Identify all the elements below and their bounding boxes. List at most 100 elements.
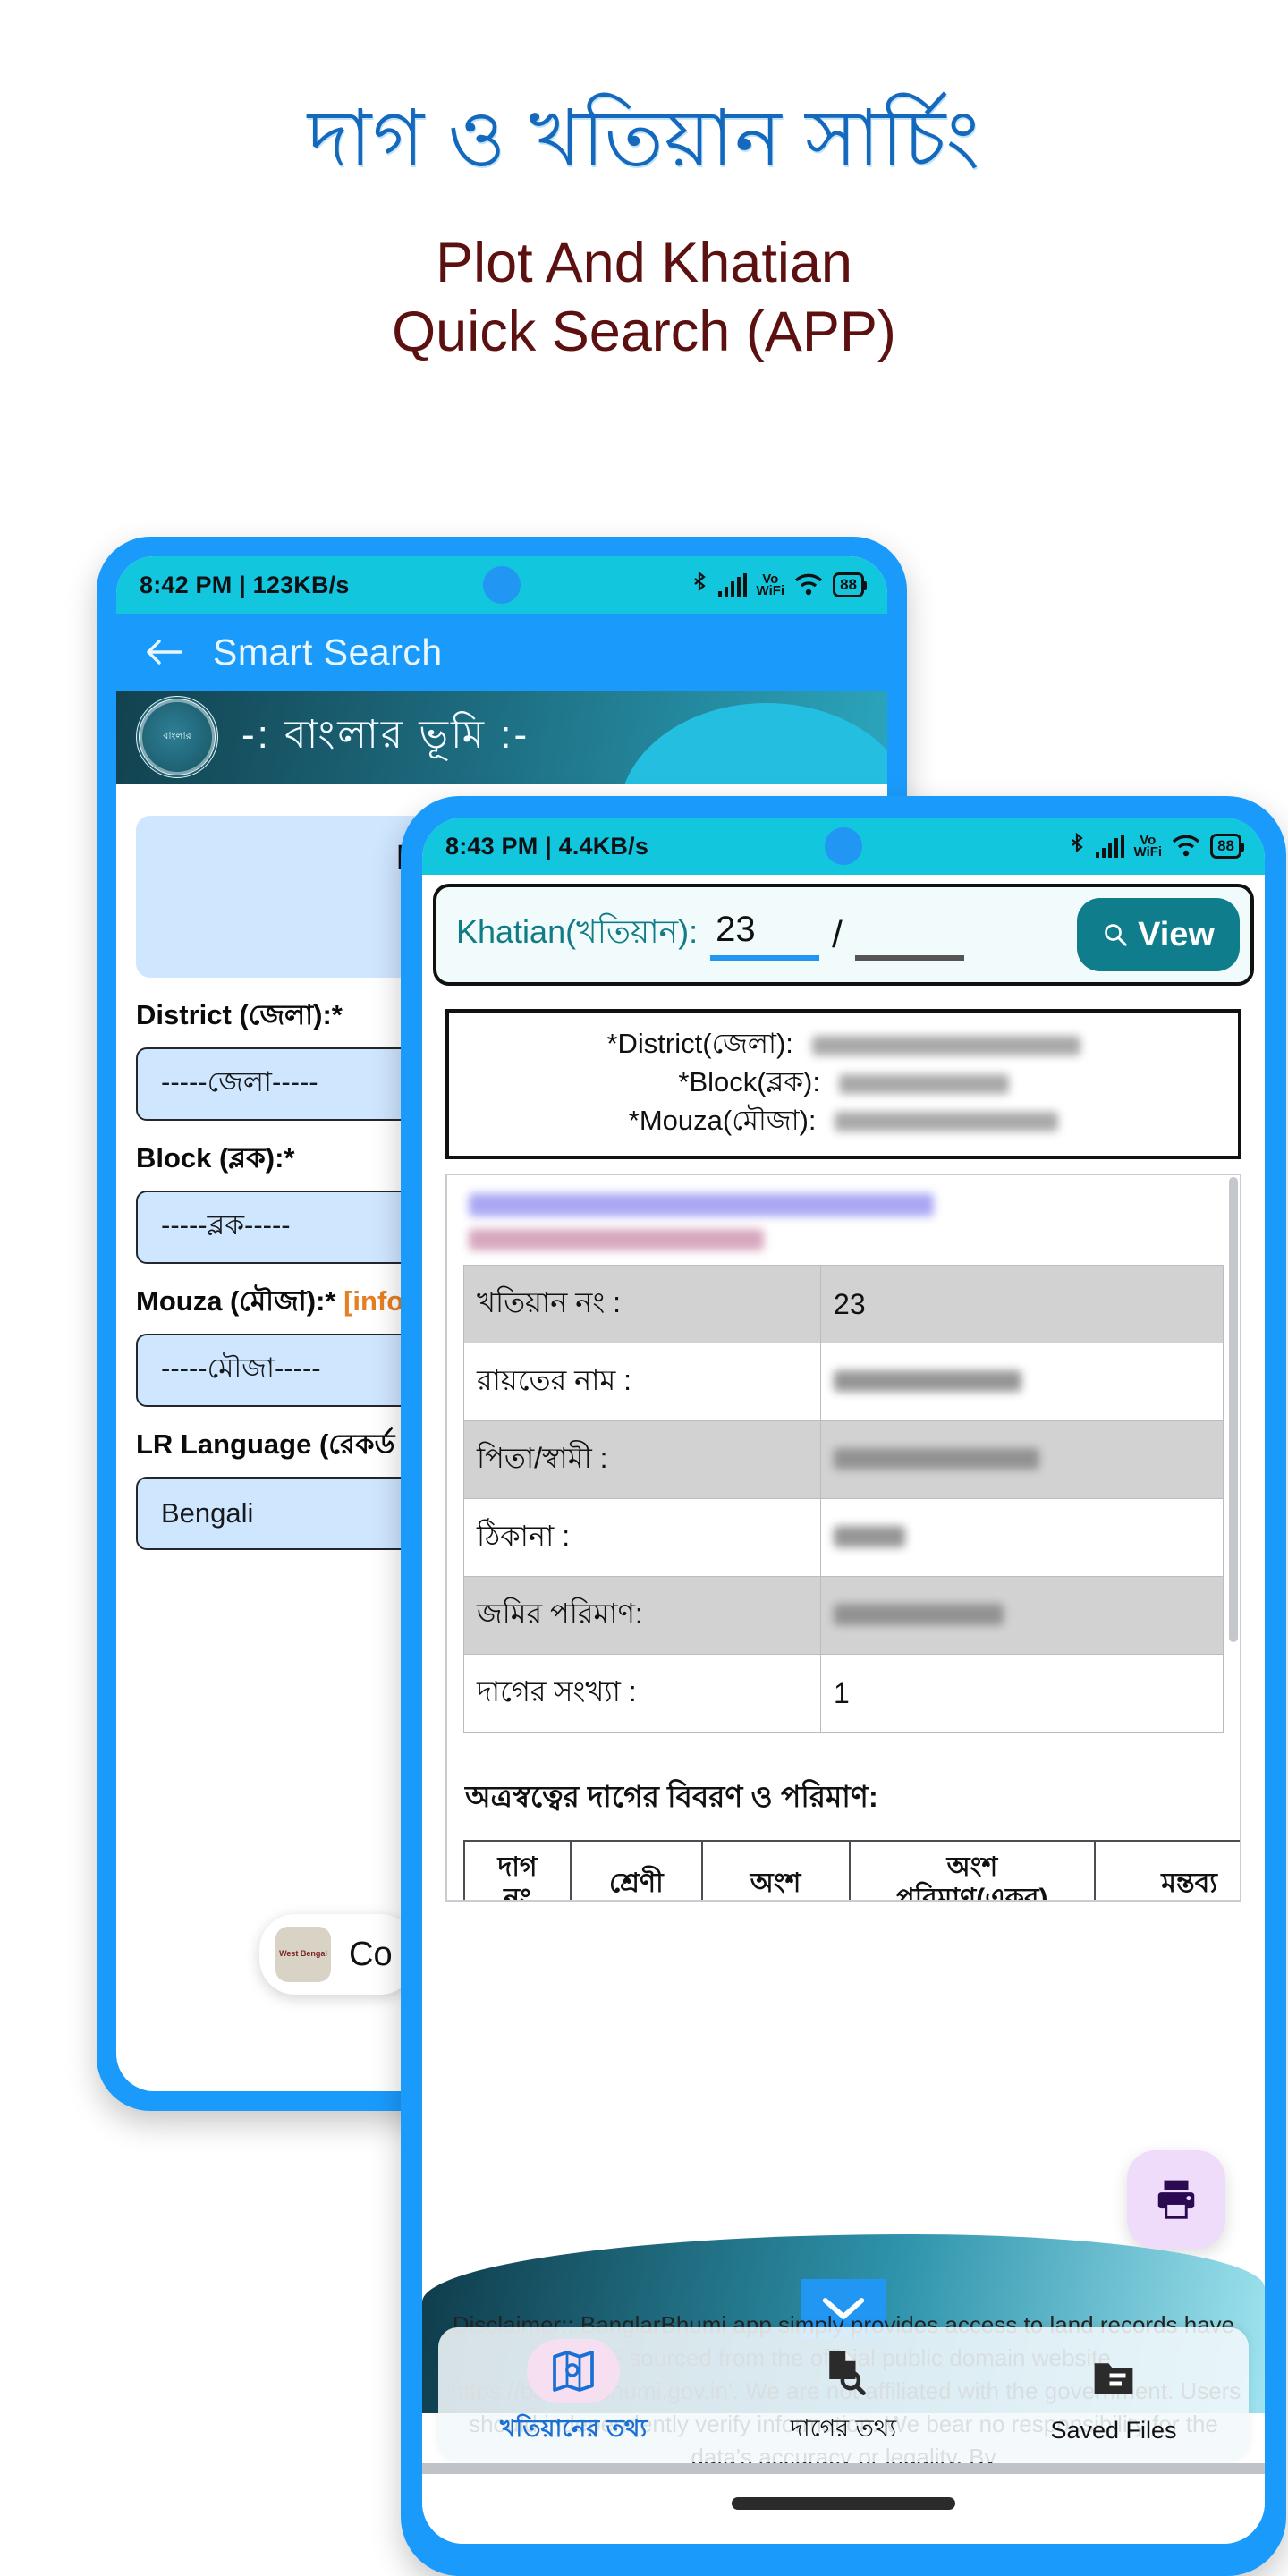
dbm-district-row: *District(জেলা): xyxy=(449,1025,1238,1063)
record-timestamp-blurred xyxy=(469,1193,934,1217)
dbm-mouza-label: *Mouza(মৌজা): xyxy=(628,1104,817,1136)
record-scroll-inner: খতিয়ান নং : 23 রায়তের নাম : পিতা/স্বাম… xyxy=(447,1175,1240,1901)
table-row: দাগের সংখ্যা : 1 xyxy=(462,1654,1224,1733)
back-status-clock: 8:42 PM | 123KB/s xyxy=(140,571,350,598)
table-row: খতিয়ান নং : 23 xyxy=(462,1265,1224,1344)
battery-icon: 88 xyxy=(1210,834,1244,859)
promo-header: দাগ ও খতিয়ান সার্চিং Plot And Khatian Q… xyxy=(0,0,1288,367)
field-mouza-label-text: Mouza (মৌজা):* xyxy=(136,1285,336,1317)
table-row: পিতা/স্বামী : xyxy=(462,1420,1224,1500)
blurred-value xyxy=(834,1447,1040,1470)
col-montobyo: মন্তব্য xyxy=(1094,1840,1240,1901)
khatian-record-table: খতিয়ান নং : 23 রায়তের নাম : পিতা/স্বাম… xyxy=(462,1265,1224,1733)
saved-files-pill xyxy=(1067,2345,1160,2410)
table-row: জমির পরিমাণ: xyxy=(462,1576,1224,1656)
front-phone-screen: 8:43 PM | 4.4KB/s Vo WiFi 88 Khatian(খতি… xyxy=(422,818,1265,2544)
table-row: ঠিকানা : xyxy=(462,1498,1224,1578)
wifi-icon xyxy=(794,573,823,596)
consent-chip-label: Co xyxy=(349,1935,393,1973)
dbm-block-row: *Block(ব্লক): xyxy=(449,1063,1238,1102)
promo-title-bengali: দাগ ও খতিয়ান সার্চিং xyxy=(307,94,981,182)
camera-notch-icon xyxy=(825,827,862,865)
banglarbhumi-banner: বাংলার -: বাংলার ভূমি :- xyxy=(116,691,887,784)
nav-item-plot-info-label: দাগের তথ্য xyxy=(790,2414,897,2442)
nav-divider xyxy=(422,2463,1265,2474)
bluetooth-icon xyxy=(1071,833,1083,853)
bluetooth-icon xyxy=(693,572,706,592)
print-icon xyxy=(1157,2180,1195,2219)
row-value xyxy=(820,1498,1224,1578)
bottom-navigation-bar: খতিয়ানের তথ্য দাগের তথ্য Saved Files xyxy=(438,2327,1249,2462)
record-meta-blurred xyxy=(469,1229,764,1251)
banner-wave-decoration xyxy=(619,703,887,784)
col-angsha-porimap: অংশ পরিমাণ(একর) xyxy=(848,1840,1097,1901)
khatian-info-pill xyxy=(527,2338,620,2403)
dbm-district-value xyxy=(811,1035,1080,1055)
dbm-district-label: *District(জেলা): xyxy=(606,1028,793,1059)
seal-caption: বাংলার xyxy=(163,731,191,742)
col-angsha: অংশ xyxy=(700,1840,851,1901)
row-value xyxy=(820,1576,1224,1656)
row-key: খতিয়ান নং : xyxy=(462,1265,822,1344)
plot-info-pill xyxy=(797,2339,890,2403)
dbm-block-value xyxy=(838,1073,1009,1094)
col-dag-no: দাগ নং xyxy=(462,1840,572,1901)
khatian-secondary-input[interactable] xyxy=(854,910,964,961)
promo-subtitle-line-1: Plot And Khatian xyxy=(436,232,852,294)
row-key: রায়তের নাম : xyxy=(462,1343,822,1422)
row-key: দাগের সংখ্যা : xyxy=(462,1654,822,1733)
khatian-map-icon xyxy=(553,2350,594,2392)
folder-files-icon xyxy=(1094,2362,1133,2394)
front-phone-nav-bar xyxy=(422,2474,1265,2544)
record-scroll-area[interactable]: খতিয়ান নং : 23 রায়তের নাম : পিতা/স্বাম… xyxy=(445,1174,1241,1902)
wifi-icon xyxy=(1172,835,1200,857)
wb-emblem-icon: West Bengal xyxy=(275,1927,331,1982)
col-shreni: শ্রেণী xyxy=(570,1840,703,1901)
dbm-mouza-value xyxy=(835,1112,1059,1132)
front-status-clock: 8:43 PM | 4.4KB/s xyxy=(445,832,649,860)
nav-item-saved-files[interactable]: Saved Files xyxy=(980,2345,1248,2445)
row-value: 23 xyxy=(820,1265,1224,1344)
promo-subtitle-line-2: Quick Search (APP) xyxy=(392,300,896,363)
back-status-icons: Vo WiFi 88 xyxy=(691,572,867,598)
dbm-mouza-row: *Mouza(মৌজা): xyxy=(449,1102,1238,1140)
view-button-label: View xyxy=(1138,915,1215,953)
khatian-number-input[interactable]: 23 xyxy=(710,910,820,961)
banglarbhumi-banner-text: -: বাংলার ভূমি :- xyxy=(242,712,530,757)
view-button[interactable]: View xyxy=(1077,898,1240,971)
front-status-icons: Vo WiFi 88 xyxy=(1068,833,1244,860)
print-button[interactable] xyxy=(1127,2150,1225,2249)
back-app-bar: Smart Search xyxy=(116,614,887,691)
nav-item-khatian-info[interactable]: খতিয়ানের তথ্য xyxy=(440,2338,708,2451)
front-status-bar: 8:43 PM | 4.4KB/s Vo WiFi 88 xyxy=(422,818,1265,875)
search-icon xyxy=(1105,924,1127,946)
table-header-row: দাগ নং শ্রেণী অংশ অংশ পরিমাণ(একর) মন্তব্য xyxy=(462,1840,1240,1901)
plot-details-table: দাগ নং শ্রেণী অংশ অংশ পরিমাণ(একর) মন্তব্য … xyxy=(462,1840,1240,1901)
row-key: ঠিকানা : xyxy=(462,1498,822,1578)
back-app-bar-title: Smart Search xyxy=(213,631,443,673)
blurred-value xyxy=(834,1369,1022,1392)
nav-item-saved-files-label: Saved Files xyxy=(1050,2416,1177,2444)
khatian-search-label: Khatian(খতিয়ান): xyxy=(456,913,699,950)
camera-notch-icon xyxy=(483,566,521,604)
battery-icon: 88 xyxy=(833,572,867,597)
cellular-signal-icon xyxy=(1095,835,1124,858)
row-value xyxy=(820,1343,1224,1422)
front-phone-home-indicator[interactable] xyxy=(732,2497,955,2510)
vertical-scrollbar[interactable] xyxy=(1229,1177,1238,1643)
promo-subtitle: Plot And Khatian Quick Search (APP) xyxy=(0,229,1288,367)
back-arrow-icon[interactable] xyxy=(145,637,182,667)
consent-chip[interactable]: West Bengal Co xyxy=(259,1914,416,1995)
cellular-signal-icon xyxy=(717,573,747,597)
row-key: পিতা/স্বামী : xyxy=(462,1420,822,1500)
plot-document-search-icon xyxy=(829,2351,866,2395)
blurred-value xyxy=(834,1603,1004,1625)
vowifi-icon: Vo WiFi xyxy=(756,572,785,598)
row-value: 1 xyxy=(820,1654,1224,1733)
banglarbhumi-seal-icon: বাংলার xyxy=(136,696,218,778)
back-status-bar: 8:42 PM | 123KB/s Vo WiFi 88 xyxy=(116,556,887,614)
nav-item-plot-info[interactable]: দাগের তথ্য xyxy=(710,2339,978,2451)
blurred-value xyxy=(834,1525,906,1547)
khatian-separator: / xyxy=(832,913,843,955)
khatian-search-section: Khatian(খতিয়ান): 23 / View xyxy=(422,875,1265,993)
